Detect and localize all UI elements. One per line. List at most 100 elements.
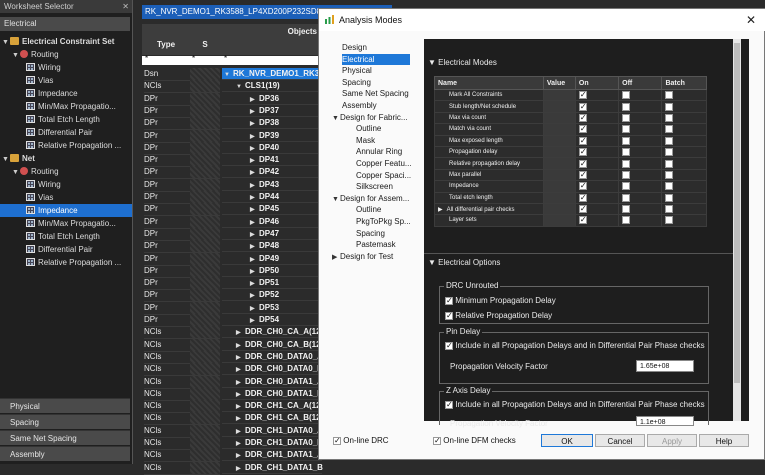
row-object-cell[interactable]: ▶ DP50 bbox=[222, 265, 322, 277]
chevron-right-icon[interactable]: ▶ bbox=[250, 204, 259, 216]
mode-on-checkbox[interactable] bbox=[578, 215, 587, 225]
mode-batch-checkbox[interactable] bbox=[665, 136, 674, 145]
row-object-cell[interactable]: ▶ DP49 bbox=[222, 253, 322, 265]
filter-type-cell[interactable]: * bbox=[145, 54, 148, 63]
row-object-cell[interactable]: ▼ CLS1(19) bbox=[222, 80, 322, 93]
tree-item[interactable]: Vias bbox=[0, 74, 132, 87]
row-object-cell[interactable]: ▶ DP43 bbox=[222, 179, 322, 191]
online-drc-option[interactable]: On-line DRC bbox=[333, 436, 389, 445]
grid-row[interactable]: DPr ▶ DP42 bbox=[142, 166, 322, 180]
tree-item[interactable]: ▼ Electrical Constraint Set bbox=[0, 35, 132, 48]
pin-delay-include-checkbox[interactable] bbox=[445, 341, 453, 350]
nav-item[interactable]: Electrical bbox=[342, 53, 410, 65]
row-object-cell[interactable]: ▶ DDR_CH1_CA_A(12) bbox=[222, 400, 323, 413]
grid-row[interactable]: DPr ▶ DP43 bbox=[142, 178, 322, 192]
nav-item[interactable]: ▶ Design for Test bbox=[332, 251, 410, 262]
mode-batch-checkbox[interactable] bbox=[665, 182, 674, 191]
panel-scrollbar[interactable] bbox=[733, 39, 741, 421]
mode-on-checkbox[interactable] bbox=[578, 204, 587, 214]
grid-row[interactable]: NCls ▶ DDR_CH1_CA_B(12) bbox=[142, 412, 323, 426]
grid-row[interactable]: NCls ▶ DDR_CH0_DATA0_A bbox=[142, 350, 323, 364]
tree-item[interactable]: Differential Pair bbox=[0, 126, 132, 139]
mode-off-checkbox[interactable] bbox=[622, 125, 631, 134]
chevron-right-icon[interactable]: ▶ bbox=[332, 252, 340, 263]
filter-row[interactable]: * * * bbox=[142, 54, 322, 65]
pin-delay-include-option[interactable]: Include in all Propagation Delays and in… bbox=[445, 341, 705, 350]
row-object-cell[interactable]: ▶ DP37 bbox=[222, 105, 322, 117]
mode-off-checkbox[interactable] bbox=[622, 159, 631, 168]
mode-off-checkbox[interactable] bbox=[622, 216, 631, 225]
grid-row[interactable]: NCls ▶ DDR_CH1_CA_A(12) bbox=[142, 400, 323, 414]
mode-batch-checkbox[interactable] bbox=[665, 113, 674, 122]
nav-item[interactable]: Assembly bbox=[342, 100, 410, 111]
electrical-options-section-header[interactable]: ▼ Electrical Options bbox=[428, 258, 500, 267]
grid-row[interactable]: NCls ▶ DDR_CH0_DATA1_A bbox=[142, 375, 323, 389]
column-header-type[interactable]: Type bbox=[142, 24, 191, 55]
chevron-right-icon[interactable]: ▶ bbox=[236, 401, 245, 413]
mode-on-checkbox[interactable] bbox=[578, 170, 587, 179]
nav-item[interactable]: ▼Design for Assem... bbox=[332, 193, 410, 204]
row-object-cell[interactable]: ▶ DDR_CH1_DATA0_B bbox=[222, 437, 323, 450]
mode-batch-checkbox[interactable] bbox=[665, 205, 674, 214]
chevron-right-icon[interactable]: ▶ bbox=[250, 180, 259, 192]
electrical-mode-row[interactable]: Max parallel bbox=[434, 168, 707, 182]
row-object-cell[interactable]: ▶ DP53 bbox=[222, 302, 322, 314]
grid-row[interactable]: DPr ▶ DP44 bbox=[142, 191, 322, 204]
chevron-right-icon[interactable]: ▶ bbox=[250, 192, 259, 204]
row-object-cell[interactable]: ▶ DP42 bbox=[222, 166, 322, 179]
chevron-right-icon[interactable]: ▶ bbox=[236, 389, 245, 401]
online-dfm-checkbox[interactable] bbox=[433, 436, 441, 445]
mode-off-checkbox[interactable] bbox=[622, 148, 631, 157]
tree-item[interactable]: Vias bbox=[0, 191, 132, 204]
nav-item[interactable]: Same Net Spacing bbox=[342, 88, 410, 99]
tree-item[interactable]: Wiring bbox=[0, 61, 132, 74]
row-object-cell[interactable]: ▶ DP44 bbox=[222, 191, 322, 203]
row-object-cell[interactable]: ▶ DP48 bbox=[222, 240, 322, 253]
chevron-down-icon[interactable]: ▼ bbox=[224, 69, 233, 81]
worksheet-tab[interactable]: Physical bbox=[0, 398, 130, 413]
row-object-cell[interactable]: ▶ DDR_CH1_CA_B(12) bbox=[222, 412, 323, 425]
nav-item[interactable]: Copper Spaci... bbox=[356, 170, 411, 181]
row-object-cell[interactable]: ▶ DDR_CH1_DATA1_A bbox=[222, 449, 323, 462]
mode-off-checkbox[interactable] bbox=[622, 182, 631, 191]
mode-on-checkbox[interactable] bbox=[578, 90, 587, 100]
electrical-mode-row[interactable]: Relative propagation delay bbox=[434, 157, 707, 170]
grid-row[interactable]: DPr ▶ DP39 bbox=[142, 129, 322, 143]
nav-item[interactable]: Spacing bbox=[356, 228, 411, 239]
mode-on-checkbox[interactable] bbox=[578, 113, 587, 122]
mode-off-checkbox[interactable] bbox=[622, 91, 631, 100]
column-header-objects[interactable]: Objects bbox=[220, 24, 322, 55]
tree-item[interactable]: Wiring bbox=[0, 178, 132, 191]
row-object-cell[interactable]: ▶ DP51 bbox=[222, 277, 322, 290]
apply-button[interactable]: Apply bbox=[647, 434, 697, 447]
chevron-right-icon[interactable]: ▶ bbox=[236, 438, 245, 450]
chevron-right-icon[interactable]: ▶ bbox=[250, 167, 259, 179]
worksheet-tab[interactable]: Same Net Spacing bbox=[0, 430, 130, 445]
chevron-right-icon[interactable]: ▶ bbox=[236, 413, 245, 425]
electrical-mode-row[interactable]: Impedance bbox=[434, 180, 707, 193]
nav-item[interactable]: Spacing bbox=[342, 77, 410, 88]
tree-item[interactable]: Impedance bbox=[0, 204, 132, 217]
chevron-right-icon[interactable]: ▶ bbox=[250, 241, 259, 253]
column-header-s[interactable]: S bbox=[190, 24, 221, 55]
row-object-cell[interactable]: ▶ DP45 bbox=[222, 203, 322, 216]
row-object-cell[interactable]: ▶ DP39 bbox=[222, 130, 322, 142]
chevron-right-icon[interactable]: ▶ bbox=[236, 463, 245, 475]
filter-s-cell[interactable]: * bbox=[192, 54, 195, 63]
mode-batch-checkbox[interactable] bbox=[665, 102, 674, 111]
grid-row[interactable]: DPr ▶ DP45 bbox=[142, 203, 322, 217]
mode-batch-checkbox[interactable] bbox=[665, 91, 674, 100]
tree-item[interactable]: Min/Max Propagatio... bbox=[0, 100, 132, 113]
close-icon[interactable]: ✕ bbox=[746, 9, 756, 31]
nav-item[interactable]: ▼Design for Fabric... bbox=[332, 112, 410, 123]
grid-row[interactable]: DPr ▶ DP48 bbox=[142, 240, 322, 254]
relative-propagation-delay-checkbox[interactable] bbox=[445, 311, 453, 320]
row-object-cell[interactable]: ▶ DP40 bbox=[222, 142, 322, 154]
chevron-right-icon[interactable]: ▶ bbox=[250, 303, 259, 315]
electrical-mode-row[interactable]: Match via count bbox=[434, 123, 707, 136]
worksheet-tab[interactable]: Spacing bbox=[0, 414, 130, 429]
chevron-right-icon[interactable]: ▶ bbox=[236, 352, 245, 364]
mode-batch-checkbox[interactable] bbox=[665, 193, 674, 202]
tree-item[interactable]: Min/Max Propagatio... bbox=[0, 217, 132, 230]
ok-button[interactable]: OK bbox=[541, 434, 593, 447]
